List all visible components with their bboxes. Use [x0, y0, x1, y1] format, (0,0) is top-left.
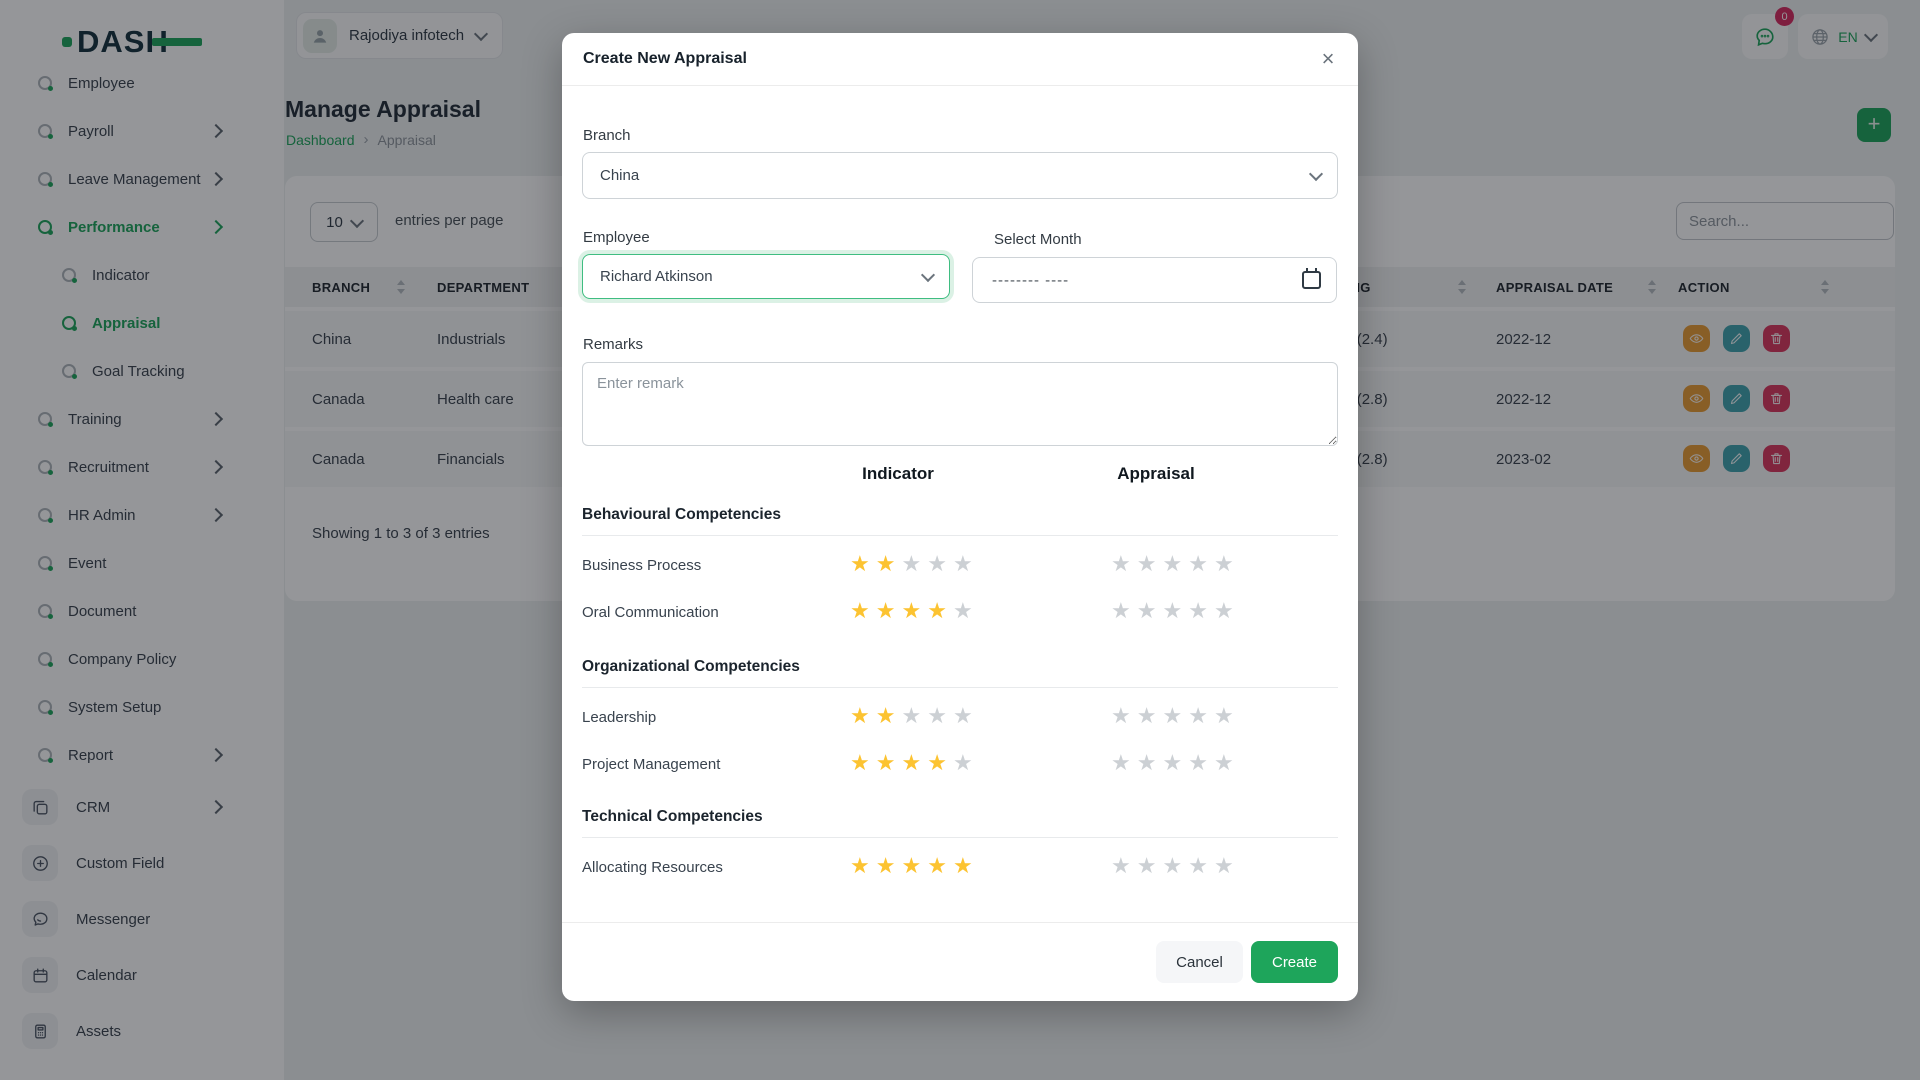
appraisal-stars[interactable]: ★★★★★	[1111, 853, 1240, 879]
indicator-stars[interactable]: ★★★★★	[850, 598, 979, 624]
calendar-icon[interactable]	[1302, 271, 1321, 289]
appraisal-stars[interactable]: ★★★★★	[1111, 598, 1240, 624]
indicator-stars[interactable]: ★★★★★	[850, 853, 979, 879]
app-root: DASH EmployeePayrollLeave ManagementPerf…	[0, 0, 1920, 1080]
appraisal-stars[interactable]: ★★★★★	[1111, 703, 1240, 729]
indicator-column-header: Indicator	[798, 464, 998, 484]
modal-title: Create New Appraisal	[583, 33, 747, 85]
competency-row: Oral Communication ★★★★★ ★★★★★	[582, 591, 1338, 638]
modal-footer-divider	[562, 922, 1358, 923]
section-behavioural-competencies: Behavioural Competencies Business Process…	[582, 503, 1338, 638]
competency-label: Leadership	[582, 709, 656, 726]
section-technical-competencies: Technical Competencies Allocating Resourc…	[582, 805, 1338, 893]
create-appraisal-modal: Create New Appraisal × Branch China Empl…	[562, 33, 1358, 1001]
indicator-stars[interactable]: ★★★★★	[850, 750, 979, 776]
close-icon[interactable]: ×	[1314, 45, 1342, 73]
indicator-stars[interactable]: ★★★★★	[850, 551, 979, 577]
section-title: Technical Competencies	[582, 805, 1338, 829]
employee-label: Employee	[583, 229, 650, 246]
month-placeholder: -------- ----	[992, 272, 1069, 289]
indicator-stars[interactable]: ★★★★★	[850, 703, 979, 729]
remarks-textarea[interactable]	[582, 362, 1338, 446]
competency-row: Project Management ★★★★★ ★★★★★	[582, 743, 1338, 790]
chevron-down-icon	[1309, 167, 1323, 181]
modal-header: Create New Appraisal ×	[562, 33, 1358, 86]
section-divider	[582, 535, 1338, 536]
section-divider	[582, 837, 1338, 838]
competency-label: Business Process	[582, 557, 701, 574]
appraisal-stars[interactable]: ★★★★★	[1111, 551, 1240, 577]
appraisal-column-header: Appraisal	[1056, 464, 1256, 484]
competency-label: Project Management	[582, 756, 720, 773]
competency-row: Allocating Resources ★★★★★ ★★★★★	[582, 846, 1338, 893]
section-organizational-competencies: Organizational Competencies Leadership ★★★…	[582, 655, 1338, 790]
chevron-down-icon	[921, 268, 935, 282]
branch-label: Branch	[583, 127, 631, 144]
section-divider	[582, 687, 1338, 688]
select-month-label: Select Month	[994, 231, 1082, 248]
month-input[interactable]: -------- ----	[972, 257, 1337, 303]
competency-label: Allocating Resources	[582, 859, 723, 876]
employee-value: Richard Atkinson	[600, 268, 713, 285]
remarks-label: Remarks	[583, 336, 643, 353]
appraisal-stars[interactable]: ★★★★★	[1111, 750, 1240, 776]
branch-select[interactable]: China	[582, 152, 1338, 199]
section-title: Behavioural Competencies	[582, 503, 1338, 527]
create-button[interactable]: Create	[1251, 941, 1338, 983]
competency-row: Leadership ★★★★★ ★★★★★	[582, 696, 1338, 743]
competency-row: Business Process ★★★★★ ★★★★★	[582, 544, 1338, 591]
branch-value: China	[600, 167, 639, 184]
competency-label: Oral Communication	[582, 604, 719, 621]
section-title: Organizational Competencies	[582, 655, 1338, 679]
employee-select[interactable]: Richard Atkinson	[582, 254, 950, 299]
cancel-button[interactable]: Cancel	[1156, 941, 1243, 983]
